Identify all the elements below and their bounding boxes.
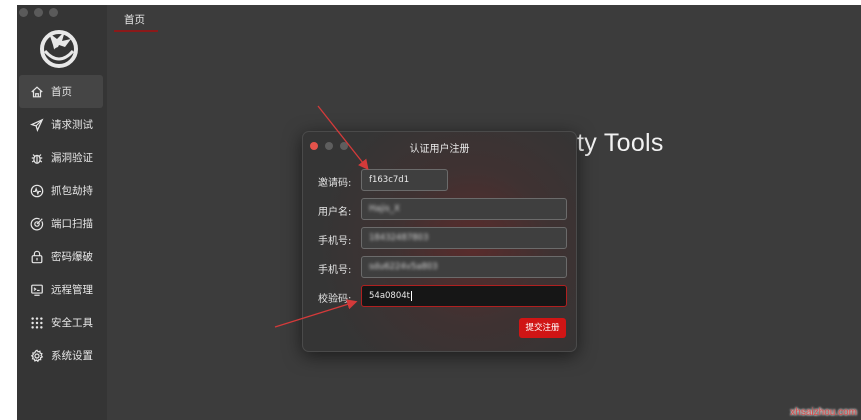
- register-dialog: 认证用户注册 邀请码: f163c7d1 用户名: Hajis_X 手机号: 1…: [302, 131, 577, 352]
- sidebar-item-security-tools[interactable]: 安全工具: [17, 306, 105, 339]
- send-icon: [29, 117, 45, 133]
- sidebar-item-label: 端口扫描: [51, 218, 93, 230]
- text-caret: [411, 290, 412, 301]
- username-value: Hajis_X: [369, 204, 400, 214]
- phone-input-1[interactable]: 18432487803: [361, 227, 567, 249]
- dialog-title: 认证用户注册: [409, 144, 470, 155]
- verify-code-row: 校验码: 54a0804t: [303, 285, 576, 307]
- sidebar-item-port-scan[interactable]: 端口扫描: [17, 207, 105, 240]
- sidebar-item-request-test[interactable]: 请求测试: [17, 108, 105, 141]
- invite-code-label: 邀请码:: [318, 178, 352, 189]
- gear-icon: [29, 348, 45, 364]
- window-controls: [19, 8, 58, 17]
- username-input[interactable]: Hajis_X: [361, 198, 567, 220]
- sidebar-item-label: 密码爆破: [51, 251, 93, 263]
- phone-label-2: 手机号:: [318, 265, 352, 276]
- sidebar: 首页 请求测试 漏洞验证 抓包劫持 端口扫描 密码爆破 远程管理 安全工具 系统…: [17, 5, 107, 420]
- sidebar-item-vuln-verify[interactable]: 漏洞验证: [17, 141, 105, 174]
- tab-home[interactable]: 首页: [124, 12, 145, 27]
- verify-code-label: 校验码:: [318, 294, 352, 305]
- sidebar-item-label: 漏洞验证: [51, 152, 93, 164]
- lock-icon: [29, 249, 45, 265]
- dragon-logo-icon: [35, 23, 83, 71]
- username-row: 用户名: Hajis_X: [303, 198, 576, 220]
- sidebar-item-settings[interactable]: 系统设置: [17, 339, 105, 372]
- home-icon: [29, 84, 45, 100]
- username-label: 用户名:: [318, 207, 352, 218]
- sidebar-item-remote-manage[interactable]: 远程管理: [17, 273, 105, 306]
- phone-row-1: 手机号: 18432487803: [303, 227, 576, 249]
- radar-icon: [29, 216, 45, 232]
- app-title: ty Tools: [577, 129, 664, 157]
- phone-label-1: 手机号:: [318, 236, 352, 247]
- invite-code-value: f163c7d1: [369, 175, 410, 185]
- sidebar-item-password-crack[interactable]: 密码爆破: [17, 240, 105, 273]
- grid-icon: [29, 315, 45, 331]
- sidebar-item-home[interactable]: 首页: [19, 75, 103, 108]
- phone-value-2: sdu6224v5a803: [369, 262, 438, 272]
- sidebar-item-capture[interactable]: 抓包劫持: [17, 174, 105, 207]
- phone-value-1: 18432487803: [369, 233, 429, 243]
- phone-row-2: 手机号: sdu6224v5a803: [303, 256, 576, 278]
- phone-input-2[interactable]: sdu6224v5a803: [361, 256, 567, 278]
- sidebar-item-label: 首页: [51, 86, 72, 98]
- minimize-window-button[interactable]: [34, 8, 43, 17]
- terminal-icon: [29, 282, 45, 298]
- sidebar-item-label: 远程管理: [51, 284, 93, 296]
- sidebar-item-label: 请求测试: [51, 119, 93, 131]
- tab-underline: [114, 30, 158, 32]
- pulse-icon: [29, 183, 45, 199]
- sidebar-item-label: 抓包劫持: [51, 185, 93, 197]
- watermark: xhsaizhou.com: [790, 407, 857, 418]
- sidebar-item-label: 系统设置: [51, 350, 93, 362]
- verify-code-value: 54a0804t: [369, 291, 410, 301]
- sidebar-item-label: 安全工具: [51, 317, 93, 329]
- verify-code-input[interactable]: 54a0804t: [361, 285, 567, 307]
- bug-icon: [29, 150, 45, 166]
- close-window-button[interactable]: [19, 8, 28, 17]
- invite-code-input[interactable]: f163c7d1: [361, 169, 448, 191]
- submit-register-button[interactable]: 提交注册: [519, 318, 566, 338]
- zoom-window-button[interactable]: [49, 8, 58, 17]
- invite-code-row: 邀请码: f163c7d1: [303, 169, 576, 191]
- sidebar-nav: 首页 请求测试 漏洞验证 抓包劫持 端口扫描 密码爆破 远程管理 安全工具 系统…: [17, 75, 105, 372]
